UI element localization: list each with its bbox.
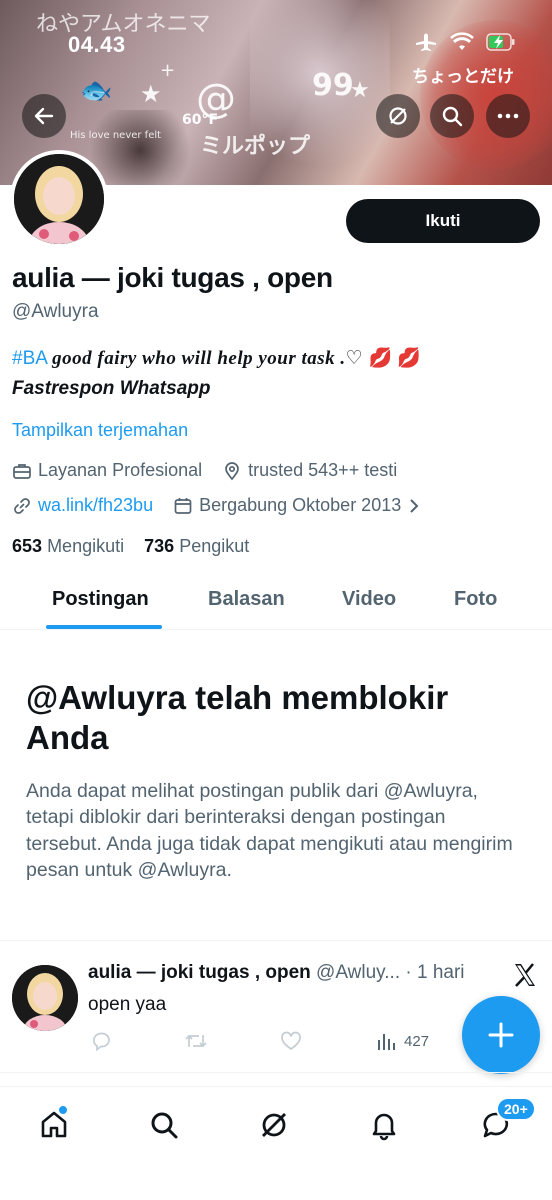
post-author-name[interactable]: aulia — joki tugas , open bbox=[88, 962, 311, 983]
profile-avatar[interactable] bbox=[10, 150, 108, 248]
views-count: 427 bbox=[404, 1032, 430, 1050]
back-button[interactable] bbox=[22, 94, 66, 138]
website-link[interactable]: wa.link/fh23bu bbox=[38, 495, 153, 516]
bio-text: good fairy who will help your task .♡ bbox=[52, 348, 364, 369]
post-time: · 1 hari bbox=[405, 962, 465, 983]
briefcase-icon bbox=[13, 463, 31, 479]
chevron-right-icon bbox=[410, 498, 419, 513]
arrow-left-icon bbox=[34, 107, 54, 125]
profile-tabs: Postingan Balasan Video Foto bbox=[0, 578, 552, 630]
search-icon bbox=[442, 106, 463, 127]
post-header: aulia — joki tugas , open @Awluy... · 1 … bbox=[88, 962, 465, 984]
website-item[interactable]: wa.link/fh23bu bbox=[12, 495, 153, 516]
heart-icon bbox=[281, 1031, 301, 1051]
nav-home[interactable] bbox=[32, 1103, 76, 1147]
nav-notifications[interactable] bbox=[362, 1103, 406, 1147]
bio-line-2: Fastrespon Whatsapp bbox=[12, 378, 211, 399]
blocked-description: Anda dapat melihat postingan publik dari… bbox=[26, 780, 513, 881]
like-button[interactable] bbox=[280, 1030, 302, 1052]
avatar-image bbox=[12, 965, 78, 1031]
more-dots-icon bbox=[497, 113, 519, 119]
category-label: Layanan Profesional bbox=[38, 460, 203, 480]
compose-post-button[interactable] bbox=[462, 996, 540, 1074]
location-pin-icon bbox=[225, 461, 239, 480]
joined-label: Bergabung Oktober 2013 bbox=[199, 495, 402, 515]
profile-name: aulia — joki tugas , open bbox=[12, 262, 333, 293]
link-icon bbox=[14, 497, 30, 514]
profile-bio: #BA good fairy who will help your task .… bbox=[12, 346, 421, 370]
calendar-icon bbox=[174, 497, 192, 514]
joined-item[interactable]: Bergabung Oktober 2013 bbox=[173, 495, 427, 516]
followers-stat[interactable]: 736 Pengikut bbox=[144, 536, 249, 556]
post-actions: 427 bbox=[88, 1030, 448, 1054]
tab-replies[interactable]: Balasan bbox=[208, 588, 285, 611]
repost-button[interactable] bbox=[184, 1030, 208, 1052]
follow-stats: 653 Mengikuti 736 Pengikut bbox=[12, 536, 249, 557]
reply-button[interactable] bbox=[90, 1030, 112, 1052]
tab-photos[interactable]: Foto bbox=[454, 588, 497, 611]
category-item: Layanan Profesional bbox=[12, 460, 202, 481]
active-tab-indicator bbox=[46, 625, 162, 629]
banner-text: ミルポップ bbox=[200, 134, 311, 159]
post-author-avatar[interactable] bbox=[12, 965, 78, 1031]
nav-messages[interactable]: 20+ bbox=[474, 1097, 536, 1147]
following-label: Mengikuti bbox=[47, 536, 125, 556]
views-button[interactable]: 427 bbox=[376, 1030, 429, 1052]
translate-link[interactable]: Tampilkan terjemahan bbox=[12, 420, 188, 441]
blocked-title: @Awluyra telah memblokir Anda bbox=[26, 679, 449, 756]
post-text: open yaa bbox=[88, 994, 167, 1015]
tab-video[interactable]: Video bbox=[342, 588, 396, 611]
divider bbox=[0, 940, 552, 941]
search-icon bbox=[151, 1112, 178, 1139]
plus-icon bbox=[488, 1022, 514, 1048]
new-content-dot bbox=[58, 1105, 68, 1115]
grok-button[interactable] bbox=[376, 94, 420, 138]
follow-button[interactable]: Ikuti bbox=[346, 199, 540, 243]
plus-decoration-icon: + bbox=[160, 60, 176, 81]
profile-meta-row: Layanan Profesional trusted 543++ testi bbox=[12, 460, 417, 481]
banner-text: His love never felt bbox=[70, 130, 162, 141]
tab-posts[interactable]: Postingan bbox=[52, 588, 149, 611]
bio-hashtag[interactable]: #BA bbox=[12, 348, 47, 369]
banner-text: ちょっとだけ bbox=[412, 67, 514, 87]
goldfish-icon: 🐟 bbox=[80, 76, 113, 106]
followers-count: 736 bbox=[144, 536, 175, 556]
grok-icon bbox=[389, 107, 407, 125]
messages-badge: 20+ bbox=[496, 1097, 536, 1121]
wifi-icon bbox=[450, 32, 474, 50]
grok-icon bbox=[262, 1113, 286, 1137]
profile-meta-row-2: wa.link/fh23bu Bergabung Oktober 2013 bbox=[12, 495, 447, 516]
spiral-icon: @ bbox=[196, 76, 236, 122]
nav-search[interactable] bbox=[142, 1103, 186, 1147]
battery-charging-icon bbox=[486, 33, 515, 51]
followers-label: Pengikut bbox=[179, 536, 250, 556]
airplane-mode-icon bbox=[416, 33, 436, 51]
profile-handle: @Awluyra bbox=[12, 301, 99, 322]
repost-icon bbox=[185, 1034, 207, 1048]
reply-icon bbox=[93, 1032, 110, 1052]
following-count: 653 bbox=[12, 536, 43, 556]
status-time: 04.43 bbox=[68, 32, 126, 57]
status-icons bbox=[414, 32, 516, 52]
bottom-nav: 20+ bbox=[0, 1086, 552, 1200]
star-icon: ★ bbox=[140, 80, 162, 108]
post-author-handle[interactable]: @Awluy... bbox=[316, 962, 400, 983]
more-options-button[interactable] bbox=[486, 94, 530, 138]
search-button[interactable] bbox=[430, 94, 474, 138]
avatar-image bbox=[14, 154, 104, 244]
location-label: trusted 543++ testi bbox=[248, 460, 398, 480]
following-stat[interactable]: 653 Mengikuti bbox=[12, 536, 124, 556]
analytics-bars-icon bbox=[378, 1034, 395, 1050]
divider bbox=[0, 1072, 552, 1073]
bell-icon bbox=[372, 1113, 396, 1141]
location-item: trusted 543++ testi bbox=[222, 460, 397, 481]
nav-grok[interactable] bbox=[252, 1103, 296, 1147]
x-logo-icon bbox=[512, 962, 538, 995]
banner-text-decoration: 99 bbox=[312, 68, 354, 103]
kiss-emoji-icon: 💋 💋 bbox=[368, 348, 422, 369]
